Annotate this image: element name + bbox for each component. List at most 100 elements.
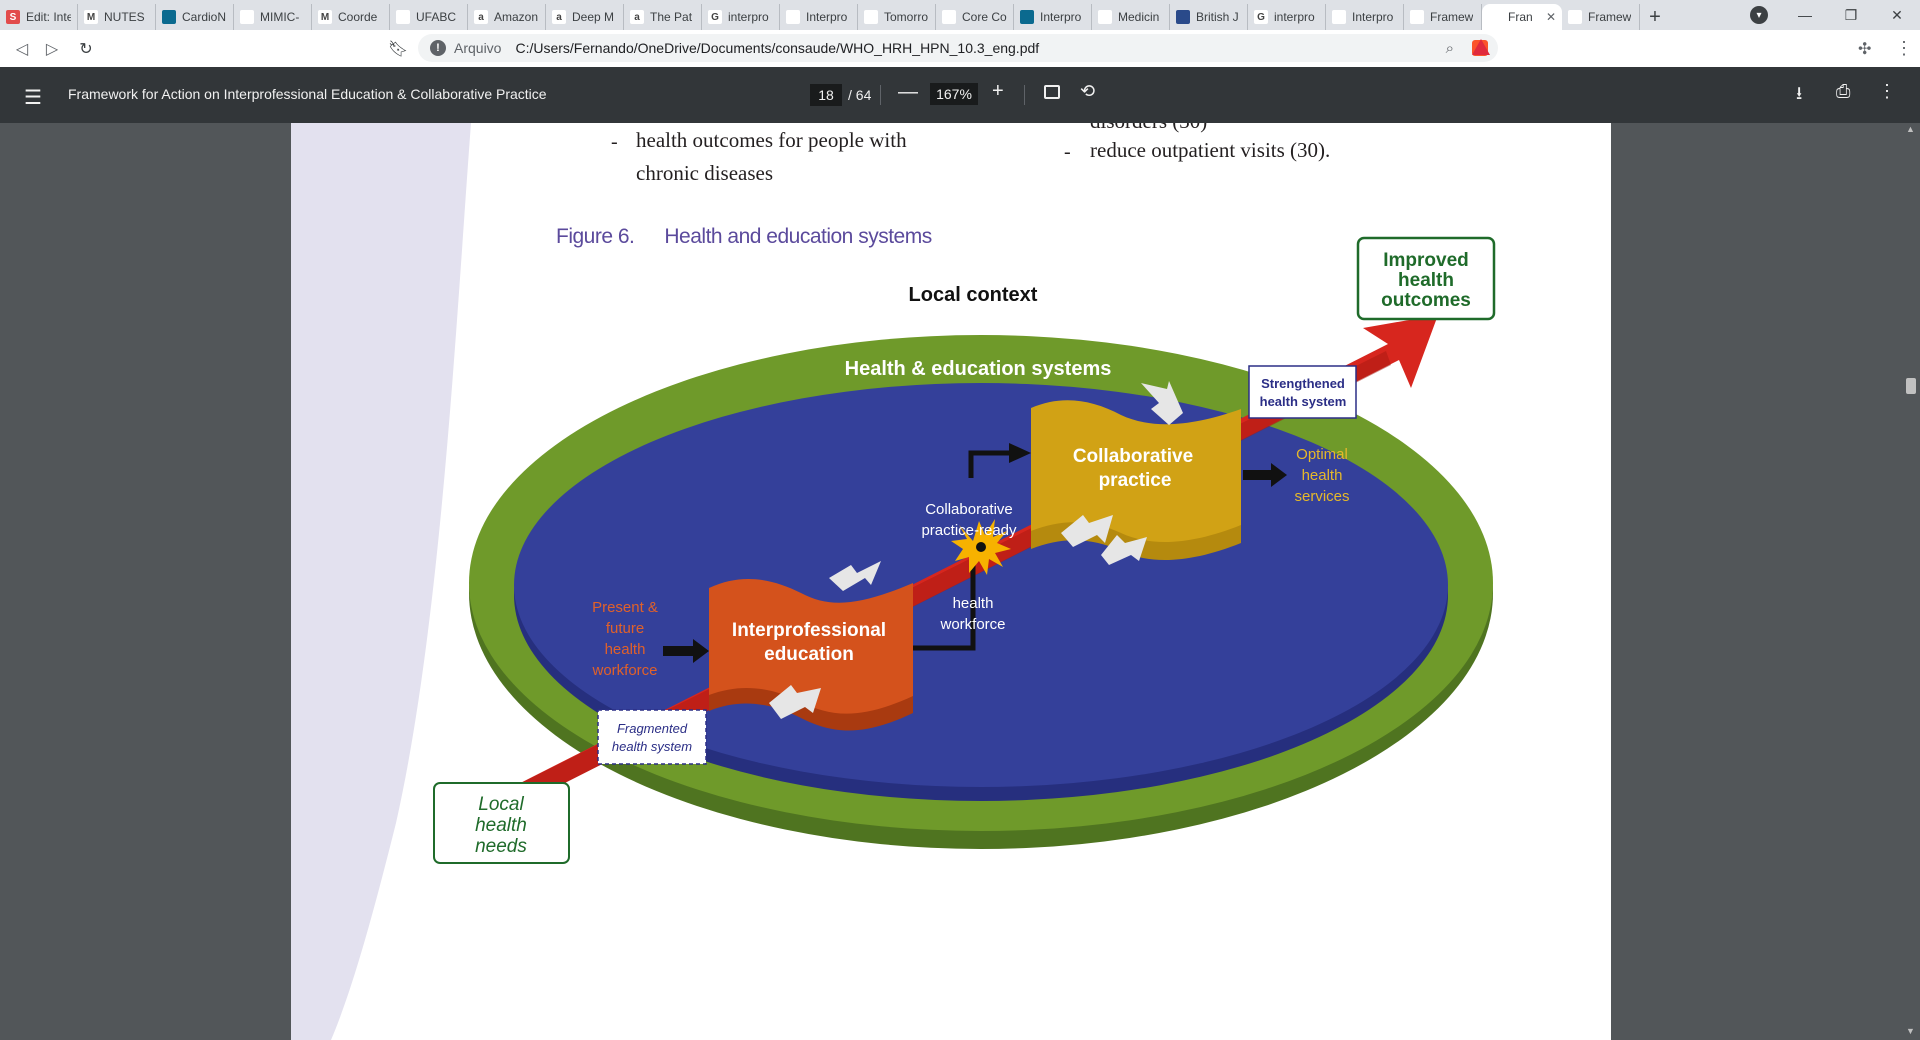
zoom-in-button[interactable]: + bbox=[992, 80, 1004, 103]
maximize-button[interactable]: ❐ bbox=[1828, 0, 1874, 30]
systems-label: Health & education systems bbox=[845, 358, 1112, 380]
page-number-input[interactable]: 18 bbox=[810, 84, 842, 106]
cardio-icon bbox=[1020, 10, 1034, 24]
tab-label: The Pat bbox=[650, 10, 693, 24]
info-icon[interactable]: ! bbox=[430, 40, 446, 56]
who-icon bbox=[1568, 10, 1582, 24]
browser-tab[interactable]: Tomorro bbox=[858, 4, 936, 30]
tab-label: Medicin bbox=[1118, 10, 1160, 24]
address-url[interactable]: C:/Users/Fernando/OneDrive/Documents/con… bbox=[515, 40, 1039, 56]
browser-tab[interactable]: a Amazon bbox=[468, 4, 546, 30]
browser-tab[interactable]: Framew bbox=[1404, 4, 1482, 30]
gmail-icon: M bbox=[84, 10, 98, 24]
more-actions-icon[interactable]: ⋮ bbox=[1878, 81, 1896, 102]
cardio-icon bbox=[162, 10, 176, 24]
rotate-icon[interactable]: ⟲ bbox=[1080, 81, 1095, 102]
browser-tab[interactable]: M Coorde bbox=[312, 4, 390, 30]
browser-menu-icon[interactable]: ⋮ bbox=[1895, 38, 1913, 59]
browser-tab[interactable]: Medicin bbox=[1092, 4, 1170, 30]
tab-label: MIMIC- bbox=[260, 10, 300, 24]
browser-tab[interactable]: Framew bbox=[1562, 4, 1640, 30]
svg-text:Strengthened: Strengthened bbox=[1261, 376, 1345, 391]
browser-tab[interactable]: Ginterpro bbox=[1248, 4, 1326, 30]
svg-text:health: health bbox=[605, 641, 646, 658]
address-scheme: Arquivo bbox=[454, 40, 502, 56]
browser-toolbar: ◁ ▷ ↻ 🔖︎ ! Arquivo C:/Users/Fernando/One… bbox=[0, 30, 1920, 68]
strengthened-box bbox=[1248, 365, 1357, 419]
browser-tab[interactable]: M NUTES bbox=[78, 4, 156, 30]
browser-tab[interactable]: Interpro bbox=[1326, 4, 1404, 30]
tab-label: interpro bbox=[1274, 10, 1315, 24]
scroll-up-icon[interactable]: ▲ bbox=[1906, 124, 1915, 134]
tab-label: Deep M bbox=[572, 10, 615, 24]
svg-text:practice-ready: practice-ready bbox=[921, 522, 1017, 539]
tab-label: Framew bbox=[1588, 10, 1632, 24]
google-icon: G bbox=[708, 10, 722, 24]
zotero-icon bbox=[786, 10, 800, 24]
pdf-viewer[interactable]: - health outcomes for people with chroni… bbox=[0, 123, 1920, 1040]
bookmark-icon[interactable]: 🔖︎ bbox=[388, 39, 408, 59]
svg-text:health system: health system bbox=[612, 739, 692, 754]
tab-search-icon[interactable]: ▾ bbox=[1750, 6, 1768, 24]
svg-text:Optimal: Optimal bbox=[1296, 446, 1348, 463]
fragmented-box bbox=[597, 709, 707, 765]
browser-tab[interactable]: a Deep M bbox=[546, 4, 624, 30]
s-icon bbox=[1098, 10, 1112, 24]
extensions-icon[interactable]: ✣ bbox=[1858, 39, 1871, 59]
svg-text:Local: Local bbox=[478, 794, 524, 815]
amazon-icon: a bbox=[630, 10, 644, 24]
s-icon: S bbox=[6, 10, 20, 24]
download-icon[interactable]: ⭳ bbox=[1796, 81, 1802, 111]
tab-label: CardioN bbox=[182, 10, 227, 24]
s-icon bbox=[1332, 10, 1346, 24]
tab-label: Interpro bbox=[806, 10, 848, 24]
browser-tab[interactable]: Interpro bbox=[780, 4, 858, 30]
svg-text:outcomes: outcomes bbox=[1381, 290, 1471, 311]
optimal-services-label: Optimal health services bbox=[1294, 446, 1349, 505]
tab-label: Interpro bbox=[1352, 10, 1394, 24]
svg-text:health: health bbox=[1398, 270, 1454, 291]
scrollbar-thumb[interactable] bbox=[1906, 378, 1916, 394]
browser-tab[interactable]: S Edit: Interp bbox=[0, 4, 78, 30]
browser-tab[interactable]: Ginterpro bbox=[702, 4, 780, 30]
zoom-input[interactable]: 167% bbox=[930, 83, 978, 105]
tabs-container: S Edit: Interp M NUTES CardioN MIMIC- M Coorde U… bbox=[0, 0, 1640, 30]
close-window-button[interactable]: ✕ bbox=[1874, 0, 1920, 30]
tab-label: Edit: Interp bbox=[26, 10, 71, 24]
browser-tab[interactable]: British J bbox=[1170, 4, 1248, 30]
browser-tab[interactable]: a The Pat bbox=[624, 4, 702, 30]
forward-icon[interactable]: ▷ bbox=[42, 39, 62, 59]
minimize-button[interactable]: — bbox=[1782, 0, 1828, 30]
browser-tab[interactable]: Fran ✕ bbox=[1482, 4, 1562, 30]
tab-label: Amazon bbox=[494, 10, 539, 24]
warning-icon[interactable] bbox=[1472, 39, 1490, 55]
close-tab-icon[interactable]: ✕ bbox=[1546, 10, 1556, 24]
browser-tab[interactable]: CardioN bbox=[156, 4, 234, 30]
pdf-title: Framework for Action on Interprofessiona… bbox=[68, 86, 547, 102]
tab-label: UFABC bbox=[416, 10, 457, 24]
globe-icon bbox=[1488, 10, 1502, 24]
new-tab-button[interactable]: + bbox=[1640, 4, 1670, 30]
tab-strip: S Edit: Interp M NUTES CardioN MIMIC- M Coorde U… bbox=[0, 0, 1920, 30]
print-icon[interactable]: ⎙ bbox=[1836, 81, 1850, 102]
browser-tab[interactable]: Interpro bbox=[1014, 4, 1092, 30]
reload-icon[interactable]: ↻ bbox=[76, 39, 96, 59]
svg-text:Fragmented: Fragmented bbox=[617, 721, 688, 736]
browser-tab[interactable]: Core Co bbox=[936, 4, 1014, 30]
fit-page-icon[interactable] bbox=[1044, 85, 1060, 99]
chrome-icon bbox=[942, 10, 956, 24]
browser-tab[interactable]: MIMIC- bbox=[234, 4, 312, 30]
cp-label-line1: Collaborative bbox=[1073, 446, 1193, 467]
gmail-icon: M bbox=[318, 10, 332, 24]
zoom-out-button[interactable]: — bbox=[898, 81, 918, 104]
back-icon[interactable]: ◁ bbox=[12, 39, 32, 59]
bmj-icon bbox=[1176, 10, 1190, 24]
tab-label: Core Co bbox=[962, 10, 1007, 24]
browser-tab[interactable]: UFABC bbox=[390, 4, 468, 30]
address-bar[interactable]: ! Arquivo C:/Users/Fernando/OneDrive/Doc… bbox=[418, 34, 1498, 62]
scroll-down-icon[interactable]: ▼ bbox=[1906, 1026, 1915, 1036]
amazon-icon: a bbox=[474, 10, 488, 24]
pdf-menu-icon[interactable]: ☰ bbox=[24, 85, 42, 110]
scrollbar-track[interactable] bbox=[1902, 123, 1920, 1040]
zoom-indicator-icon[interactable]: ⌕ bbox=[1446, 40, 1454, 57]
